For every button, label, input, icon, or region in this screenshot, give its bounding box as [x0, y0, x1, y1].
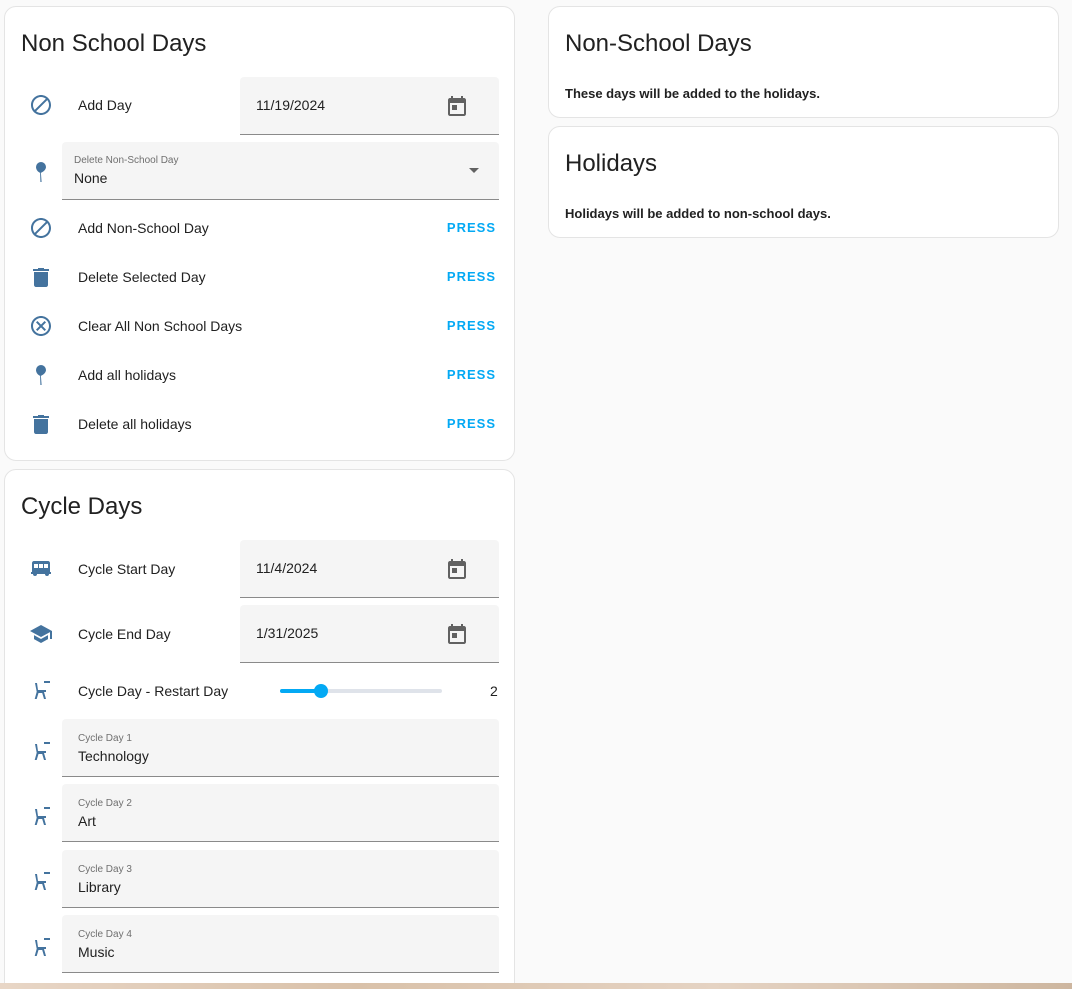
delete-non-school-day-value: None	[74, 170, 108, 186]
pin-icon	[29, 363, 53, 387]
info-text: These days will be added to the holidays…	[565, 86, 821, 101]
holidays-info-card: Holidays Holidays will be added to non-s…	[548, 126, 1059, 238]
delete-non-school-day-caption: Delete Non-School Day	[74, 155, 179, 166]
delete-selected-day-row: Delete Selected Day PRESS	[5, 257, 514, 297]
add-day-date-input[interactable]: 11/19/2024	[240, 77, 499, 135]
cycle-end-day-value: 1/31/2025	[256, 625, 319, 641]
cycle-day-3-input[interactable]: Cycle Day 3 Library	[62, 850, 499, 908]
bus-icon	[29, 557, 53, 581]
non-school-days-info-card: Non-School Days These days will be added…	[548, 6, 1059, 118]
clear-all-non-school-days-press-button[interactable]: PRESS	[447, 318, 496, 333]
add-all-holidays-label: Add all holidays	[78, 367, 177, 383]
cycle-day-4-value: Music	[78, 944, 115, 960]
info-text: Holidays will be added to non-school day…	[565, 206, 831, 221]
desk-icon	[29, 740, 53, 764]
cycle-restart-day-value: 2	[490, 683, 498, 699]
calendar-icon[interactable]	[445, 94, 469, 118]
calendar-icon[interactable]	[445, 622, 469, 646]
add-day-date-value: 11/19/2024	[256, 97, 326, 113]
graduation-cap-icon	[29, 622, 53, 646]
trash-icon	[29, 412, 53, 436]
cycle-restart-day-label: Cycle Day - Restart Day	[78, 683, 229, 699]
chevron-down-icon[interactable]	[469, 168, 479, 173]
slider-thumb[interactable]	[313, 684, 328, 698]
cycle-days-card: Cycle Days Cycle Start Day 11/4/2024 Cyc…	[4, 469, 515, 989]
background-strip	[0, 983, 1072, 989]
cycle-day-2-value: Art	[78, 813, 96, 829]
add-all-holidays-row: Add all holidays PRESS	[5, 355, 514, 395]
add-all-holidays-press-button[interactable]: PRESS	[447, 367, 496, 382]
card-title: Non School Days	[21, 30, 207, 57]
cycle-day-2-input[interactable]: Cycle Day 2 Art	[62, 784, 499, 842]
cycle-end-day-date-input[interactable]: 1/31/2025	[240, 605, 499, 663]
trash-icon	[29, 265, 53, 289]
desk-icon	[29, 936, 53, 960]
pin-icon	[29, 160, 53, 184]
delete-non-school-day-select[interactable]: Delete Non-School Day None	[62, 142, 499, 200]
cycle-start-day-value: 11/4/2024	[256, 560, 318, 576]
delete-all-holidays-press-button[interactable]: PRESS	[447, 416, 496, 431]
cycle-day-1-caption: Cycle Day 1	[78, 733, 132, 744]
cancel-icon	[29, 93, 53, 117]
clear-all-non-school-days-label: Clear All Non School Days	[78, 318, 243, 334]
desk-icon	[29, 679, 53, 703]
cycle-day-3-value: Library	[78, 879, 121, 895]
cycle-day-4-caption: Cycle Day 4	[78, 929, 132, 940]
delete-all-holidays-label: Delete all holidays	[78, 416, 192, 432]
cycle-day-1-value: Technology	[78, 748, 149, 764]
add-non-school-day-press-button[interactable]: PRESS	[447, 220, 496, 235]
cycle-restart-day-slider[interactable]	[280, 684, 442, 698]
card-title: Non-School Days	[565, 30, 752, 57]
calendar-icon[interactable]	[445, 557, 469, 581]
cycle-day-2-caption: Cycle Day 2	[78, 798, 132, 809]
delete-selected-day-label: Delete Selected Day	[78, 269, 206, 285]
cycle-start-day-label: Cycle Start Day	[78, 561, 176, 577]
non-school-days-card: Non School Days Add Day 11/19/2024 Delet…	[4, 6, 515, 461]
add-non-school-day-row: Add Non-School Day PRESS	[5, 208, 514, 248]
card-title: Holidays	[565, 150, 658, 177]
cycle-start-day-date-input[interactable]: 11/4/2024	[240, 540, 499, 598]
cycle-day-3-caption: Cycle Day 3	[78, 864, 132, 875]
cycle-day-4-input[interactable]: Cycle Day 4 Music	[62, 915, 499, 973]
delete-selected-day-press-button[interactable]: PRESS	[447, 269, 496, 284]
card-title: Cycle Days	[21, 493, 143, 520]
cycle-day-1-input[interactable]: Cycle Day 1 Technology	[62, 719, 499, 777]
cycle-end-day-label: Cycle End Day	[78, 626, 171, 642]
desk-icon	[29, 870, 53, 894]
clear-all-non-school-days-row: Clear All Non School Days PRESS	[5, 306, 514, 346]
cancel-icon	[29, 216, 53, 240]
close-circle-icon	[29, 314, 53, 338]
desk-icon	[29, 805, 53, 829]
add-non-school-day-label: Add Non-School Day	[78, 220, 209, 236]
add-day-label: Add Day	[78, 97, 132, 113]
delete-all-holidays-row: Delete all holidays PRESS	[5, 404, 514, 444]
